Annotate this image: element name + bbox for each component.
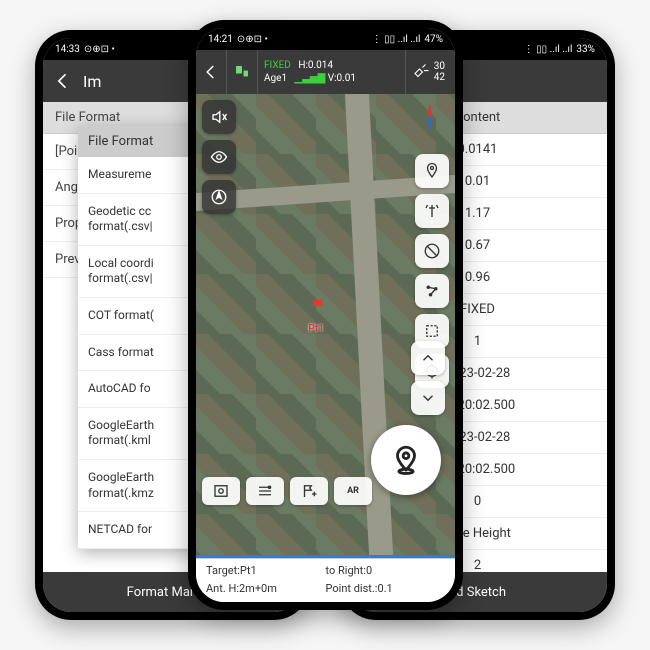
status-net: ⋮ ▯▯ ..ıl ..ıl [372, 34, 421, 45]
record-button[interactable] [371, 425, 441, 495]
antenna-icon [423, 202, 441, 220]
status-battery: 33% [576, 44, 595, 55]
flag-icon [308, 296, 332, 320]
receiver-icon [233, 63, 251, 81]
satellite-icon [412, 63, 430, 81]
eye-icon [210, 148, 228, 166]
receiver-button[interactable] [227, 50, 258, 94]
ar-button[interactable]: AR [334, 477, 372, 505]
nosat-button[interactable] [415, 234, 449, 268]
visibility-button[interactable] [202, 140, 236, 174]
points-button[interactable] [415, 274, 449, 308]
compass-indicator [413, 100, 447, 134]
back-icon[interactable] [53, 71, 73, 91]
screen: 14:21 ⊙⊕⊡ • ⋮ ▯▯ ..ıl ..ıl47% FIXED H:0.0… [196, 28, 455, 602]
status-time: 14:21 [208, 34, 233, 45]
nosat-icon [423, 242, 441, 260]
appbar-title: Im [83, 72, 101, 91]
info-strip: Target:Pt1 to Right:0 Ant. H:2m+0m Point… [196, 558, 455, 602]
add-flag-button[interactable] [290, 477, 328, 505]
status-icons: ⊙⊕⊡ • [84, 44, 115, 55]
north-button[interactable] [202, 180, 236, 214]
target-point-marker: Pt1 [308, 296, 332, 335]
back-button[interactable] [196, 50, 227, 94]
signal-bars: ▁▃▅▇ [295, 73, 326, 84]
compass-icon [210, 188, 228, 206]
dots-icon [423, 282, 441, 300]
ar-label: AR [347, 486, 359, 496]
left-tool-column [202, 100, 236, 214]
status-icons: ⊙⊕⊡ • [237, 34, 268, 45]
status-time: 14:33 [55, 44, 80, 55]
back-icon [202, 63, 220, 81]
settings-button[interactable] [202, 477, 240, 505]
antenna-button[interactable] [415, 194, 449, 228]
chevron-up-icon [419, 349, 437, 367]
target-label: Pt1 [308, 324, 332, 335]
satellite-button[interactable]: 30 42 [406, 50, 455, 94]
info-toright: to Right:0 [326, 563, 446, 581]
info-ant: Ant. H:2m+0m [206, 581, 326, 599]
bounds-icon [423, 322, 441, 340]
mute-button[interactable] [202, 100, 236, 134]
layers-button[interactable] [246, 477, 284, 505]
age-label: Age1 [264, 73, 287, 84]
map-canvas[interactable]: Pt1 AR [196, 94, 455, 555]
record-pin-icon [389, 443, 423, 477]
bottom-tool-row: AR [202, 477, 372, 505]
chevron-down-icon [419, 389, 437, 407]
settings-icon [212, 482, 230, 500]
status-bar: 14:21 ⊙⊕⊡ • ⋮ ▯▯ ..ıl ..ıl47% [196, 28, 455, 50]
sat-count-2: 42 [434, 72, 445, 83]
fix-status: FIXED [264, 60, 291, 71]
down-button[interactable] [411, 381, 445, 415]
h-accuracy: H:0.014 [298, 60, 333, 71]
status-battery: 47% [424, 34, 443, 45]
status-net: ⋮ ▯▯ ..ıl ..ıl [524, 44, 573, 55]
pin-icon [423, 162, 441, 180]
pin-button[interactable] [415, 154, 449, 188]
gnss-status-bar: FIXED H:0.014 Age1 ▁▃▅▇ V:0.01 30 42 [196, 50, 455, 94]
up-button[interactable] [411, 341, 445, 375]
layers-icon [256, 482, 274, 500]
mute-icon [210, 108, 228, 126]
sat-count-1: 30 [434, 61, 445, 72]
info-target: Target:Pt1 [206, 563, 326, 581]
phone-survey: 14:21 ⊙⊕⊡ • ⋮ ▯▯ ..ıl ..ıl47% FIXED H:0.0… [188, 20, 463, 610]
zoom-column [411, 341, 445, 415]
flag-add-icon [300, 482, 318, 500]
info-dist: Point dist.:0.1 [326, 581, 446, 599]
v-accuracy: V:0.01 [328, 73, 356, 84]
